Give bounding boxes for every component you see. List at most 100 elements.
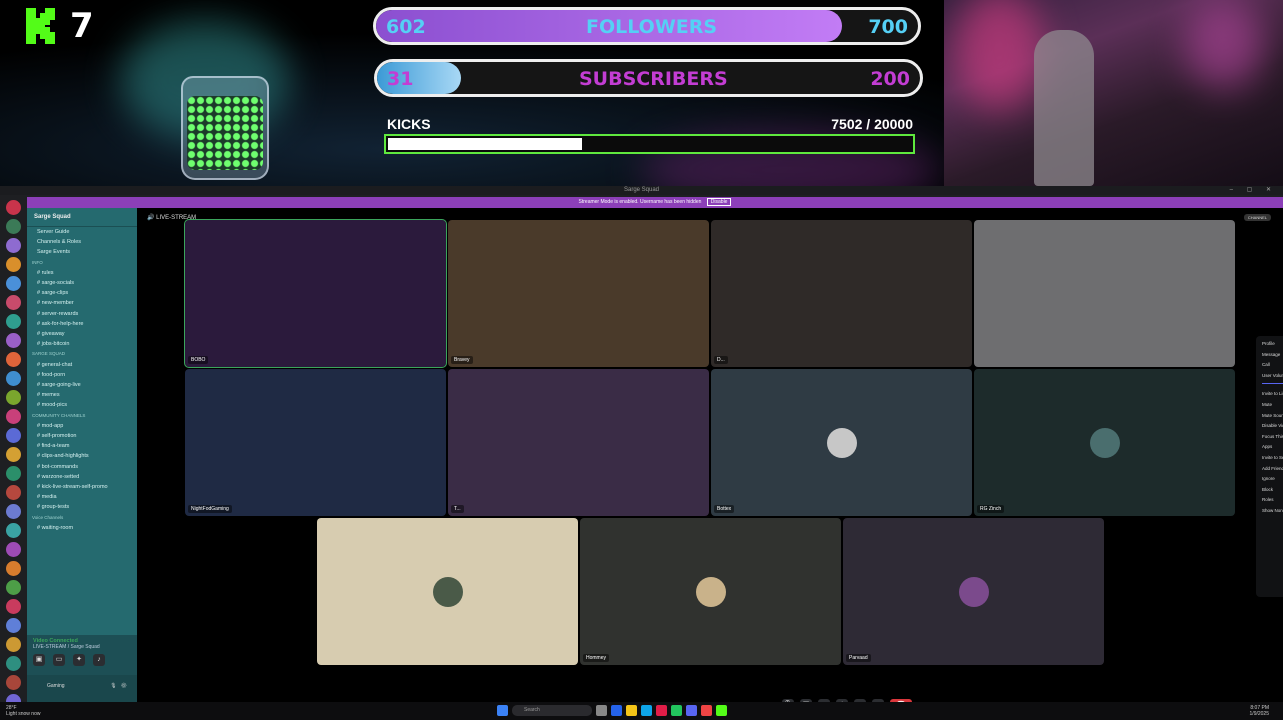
server-icon[interactable] (6, 485, 21, 500)
channel-item[interactable]: # server-rewards (27, 309, 137, 319)
server-icon[interactable] (6, 371, 21, 386)
server-icon[interactable] (6, 599, 21, 614)
channel-item[interactable]: # sarge-socials (27, 278, 137, 288)
server-icon[interactable] (6, 219, 21, 234)
server-icon[interactable] (6, 637, 21, 652)
channel-category[interactable]: INFO (27, 258, 137, 268)
server-name[interactable]: Sarge Squad (27, 208, 137, 227)
context-menu-item[interactable]: Mute (1262, 400, 1283, 411)
channel-item[interactable]: # bot-commands (27, 462, 137, 472)
chrome-icon[interactable] (656, 705, 667, 716)
participant-tile[interactable]: RG Zinch (974, 369, 1235, 516)
server-icon[interactable] (6, 580, 21, 595)
server-icon[interactable] (6, 295, 21, 310)
participant-tile[interactable]: Parvaad (843, 518, 1104, 665)
server-icon[interactable] (6, 447, 21, 462)
server-icon[interactable] (6, 409, 21, 424)
channel-item[interactable]: # sarge-clips (27, 288, 137, 298)
participant-tile[interactable]: Hommey (580, 518, 841, 665)
settings-gear-icon[interactable]: 🎙⚙ (110, 683, 131, 689)
voice-channel[interactable]: LIVE-STREAM / Sarge Squad (33, 644, 131, 650)
context-menu-item[interactable]: Ignore (1262, 474, 1283, 485)
channel-item[interactable]: # self-promotion (27, 431, 137, 441)
channel-item[interactable]: Channels & Roles (27, 237, 137, 247)
kick-icon[interactable] (716, 705, 727, 716)
channel-category[interactable]: COMMUNITY CHANNELS (27, 411, 137, 421)
camera-icon[interactable]: ▣ (33, 654, 45, 666)
channel-item[interactable]: # ask-for-help-here (27, 319, 137, 329)
context-menu-item[interactable]: Show Non-Video Participants (1262, 506, 1283, 517)
start-icon[interactable] (497, 705, 508, 716)
channel-category[interactable]: SARGE SQUAD (27, 349, 137, 359)
server-icon[interactable] (6, 238, 21, 253)
channel-item[interactable]: # group-tests (27, 502, 137, 512)
server-icon[interactable] (6, 428, 21, 443)
channel-item[interactable]: # sarge-going-live (27, 380, 137, 390)
server-icon[interactable] (6, 390, 21, 405)
server-icon[interactable] (6, 333, 21, 348)
server-icon[interactable] (6, 675, 21, 690)
server-icon[interactable] (6, 200, 21, 215)
channel-item[interactable]: # clips-and-highlights (27, 451, 137, 461)
participant-tile[interactable]: T... (448, 369, 709, 516)
channel-item[interactable]: # memes (27, 390, 137, 400)
spotify-icon[interactable] (671, 705, 682, 716)
window-controls[interactable]: – ▢ ✕ (1230, 186, 1277, 195)
server-icon[interactable] (6, 352, 21, 367)
discord-icon[interactable] (686, 705, 697, 716)
context-menu-item[interactable]: Disable Video (1262, 421, 1283, 432)
channel-item[interactable]: # mod-app (27, 421, 137, 431)
channel-item[interactable]: Sarge Events (27, 247, 137, 257)
disable-button[interactable]: Disable (706, 198, 732, 206)
participant-tile[interactable] (317, 518, 578, 665)
context-menu-item[interactable]: Invite to Server (1262, 453, 1283, 464)
context-menu-item[interactable]: Profile (1262, 339, 1283, 350)
channel-item[interactable]: # general-chat (27, 360, 137, 370)
channel-item[interactable]: # food-porn (27, 370, 137, 380)
context-menu-item[interactable]: Focus This Person (1262, 432, 1283, 443)
context-menu-item[interactable]: Call (1262, 360, 1283, 371)
context-menu-item[interactable]: Message (1262, 350, 1283, 361)
system-clock[interactable]: 8:07 PM 1/9/2025 (1250, 705, 1269, 717)
server-icon[interactable] (6, 561, 21, 576)
server-icon[interactable] (6, 257, 21, 272)
file-explorer-icon[interactable] (626, 705, 637, 716)
server-icon[interactable] (6, 276, 21, 291)
activity-icon[interactable]: ✦ (73, 654, 85, 666)
context-menu-item[interactable]: Invite to Listen Along (1262, 389, 1283, 400)
context-menu-item[interactable]: Roles (1262, 495, 1283, 506)
participant-tile[interactable]: BOBO (184, 219, 447, 368)
channel-item[interactable]: # new-member (27, 298, 137, 308)
weather-widget[interactable]: 28°F Light snow now (6, 705, 40, 717)
channel-item[interactable]: # kick-live-stream-self-promo (27, 482, 137, 492)
server-icon[interactable] (6, 656, 21, 671)
channel-item[interactable]: # jobs-bitcoin (27, 339, 137, 349)
context-menu-item[interactable]: Add Friend (1262, 464, 1283, 475)
soundboard-icon[interactable]: ♪ (93, 654, 105, 666)
search-input[interactable]: Search (512, 705, 592, 716)
edge-icon[interactable] (611, 705, 622, 716)
server-icon[interactable] (6, 504, 21, 519)
obs-icon[interactable] (701, 705, 712, 716)
channel-item[interactable]: # find-a-team (27, 441, 137, 451)
task-view-icon[interactable] (596, 705, 607, 716)
screen-share-icon[interactable]: ▭ (53, 654, 65, 666)
server-icon[interactable] (6, 618, 21, 633)
channel-category[interactable]: Voice Channels (27, 513, 137, 523)
channel-item[interactable]: # waiting-room (27, 523, 137, 533)
context-menu-item[interactable]: User Volume (1262, 371, 1283, 382)
context-menu-item[interactable]: Apps (1262, 442, 1283, 453)
context-menu-item[interactable]: Mute Soundboard (1262, 411, 1283, 422)
channel-item[interactable]: # rules (27, 268, 137, 278)
server-icon[interactable] (6, 542, 21, 557)
participant-tile[interactable]: Bottex (711, 369, 972, 516)
store-icon[interactable] (641, 705, 652, 716)
participant-tile[interactable]: D... (711, 220, 972, 367)
channel-item[interactable]: # giveaway (27, 329, 137, 339)
participant-tile[interactable]: Bravey (448, 220, 709, 367)
participant-tile[interactable]: NightFodGaming (185, 369, 446, 516)
participant-tile[interactable] (974, 220, 1235, 367)
user-volume-slider[interactable] (1262, 383, 1283, 385)
channel-item[interactable]: # mood-pics (27, 400, 137, 410)
server-icon[interactable] (6, 466, 21, 481)
